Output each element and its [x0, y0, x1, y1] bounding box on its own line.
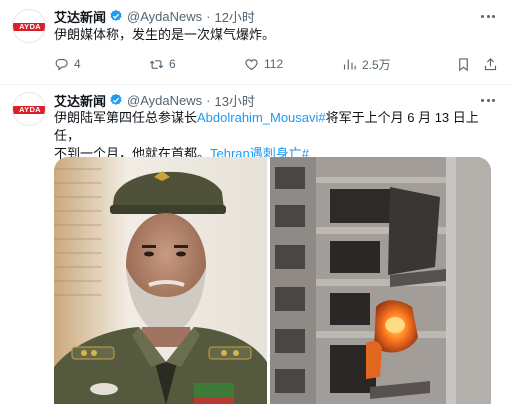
retweet-button[interactable]: 6 — [149, 57, 176, 72]
retweet-icon — [149, 59, 164, 69]
avatar-logo-text: AYDA — [19, 22, 41, 31]
general-portrait-photo[interactable] — [54, 157, 267, 404]
tweet-text: 伊朗陆军第四任总参谋长Abdolrahim_Mousavi#将军于上个月 6 月… — [54, 109, 500, 163]
more-icon[interactable] — [476, 7, 500, 25]
share-icon — [484, 57, 497, 70]
tweet-text: 伊朗媒体称，发生的是一次煤气爆炸。 — [54, 27, 276, 42]
separator-dot: · — [206, 92, 211, 108]
media-grid — [54, 157, 491, 404]
tweet-header: 艾达新闻 @AydaNews · 13小时 — [54, 91, 255, 109]
tweet-text-segment: 伊朗陆军第四任总参谋长 — [54, 110, 198, 125]
like-count: 112 — [264, 57, 284, 71]
more-icon[interactable] — [476, 91, 500, 109]
verified-badge-icon — [110, 9, 122, 21]
building-illustration — [270, 157, 491, 404]
bookmark-icon — [459, 57, 468, 71]
heart-icon — [245, 58, 258, 70]
views-count: 2.5万 — [362, 57, 391, 72]
share-button[interactable] — [483, 57, 503, 72]
author-handle[interactable]: @AydaNews — [127, 93, 202, 108]
reply-count: 4 — [74, 57, 81, 71]
retweet-count: 6 — [169, 57, 176, 71]
author-name[interactable]: 艾达新闻 — [54, 7, 106, 26]
action-bar: 4 6 112 2.5万 — [54, 55, 499, 73]
tweet-time[interactable]: 13小时 — [214, 91, 254, 110]
tweet-header: 艾达新闻 @AydaNews · 12小时 — [54, 7, 255, 25]
avatar[interactable]: AYDA — [12, 9, 46, 43]
avatar-logo-text: AYDA — [19, 105, 41, 114]
tweet[interactable]: AYDA 艾达新闻 @AydaNews · 12小时 伊朗媒体称，发生的是一次煤… — [0, 0, 514, 84]
views-button[interactable]: 2.5万 — [342, 56, 391, 73]
separator-dot: · — [206, 8, 211, 24]
bookmark-button[interactable] — [456, 57, 476, 72]
author-handle[interactable]: @AydaNews — [127, 9, 202, 24]
reply-icon — [55, 58, 68, 71]
like-button[interactable]: 112 — [244, 57, 283, 72]
verified-badge-icon — [110, 93, 122, 105]
tweet-time[interactable]: 12小时 — [214, 7, 254, 26]
hashtag-link[interactable]: Abdolrahim_Mousavi# — [197, 110, 326, 125]
views-icon — [343, 59, 356, 69]
avatar[interactable]: AYDA — [12, 92, 46, 126]
reply-button[interactable]: 4 — [54, 57, 81, 72]
author-name[interactable]: 艾达新闻 — [54, 91, 106, 110]
portrait-illustration — [54, 157, 267, 404]
building-fire-photo[interactable] — [270, 157, 491, 404]
tweet[interactable]: AYDA 艾达新闻 @AydaNews · 13小时 伊朗陆军第四任总参谋长Ab… — [0, 84, 514, 404]
